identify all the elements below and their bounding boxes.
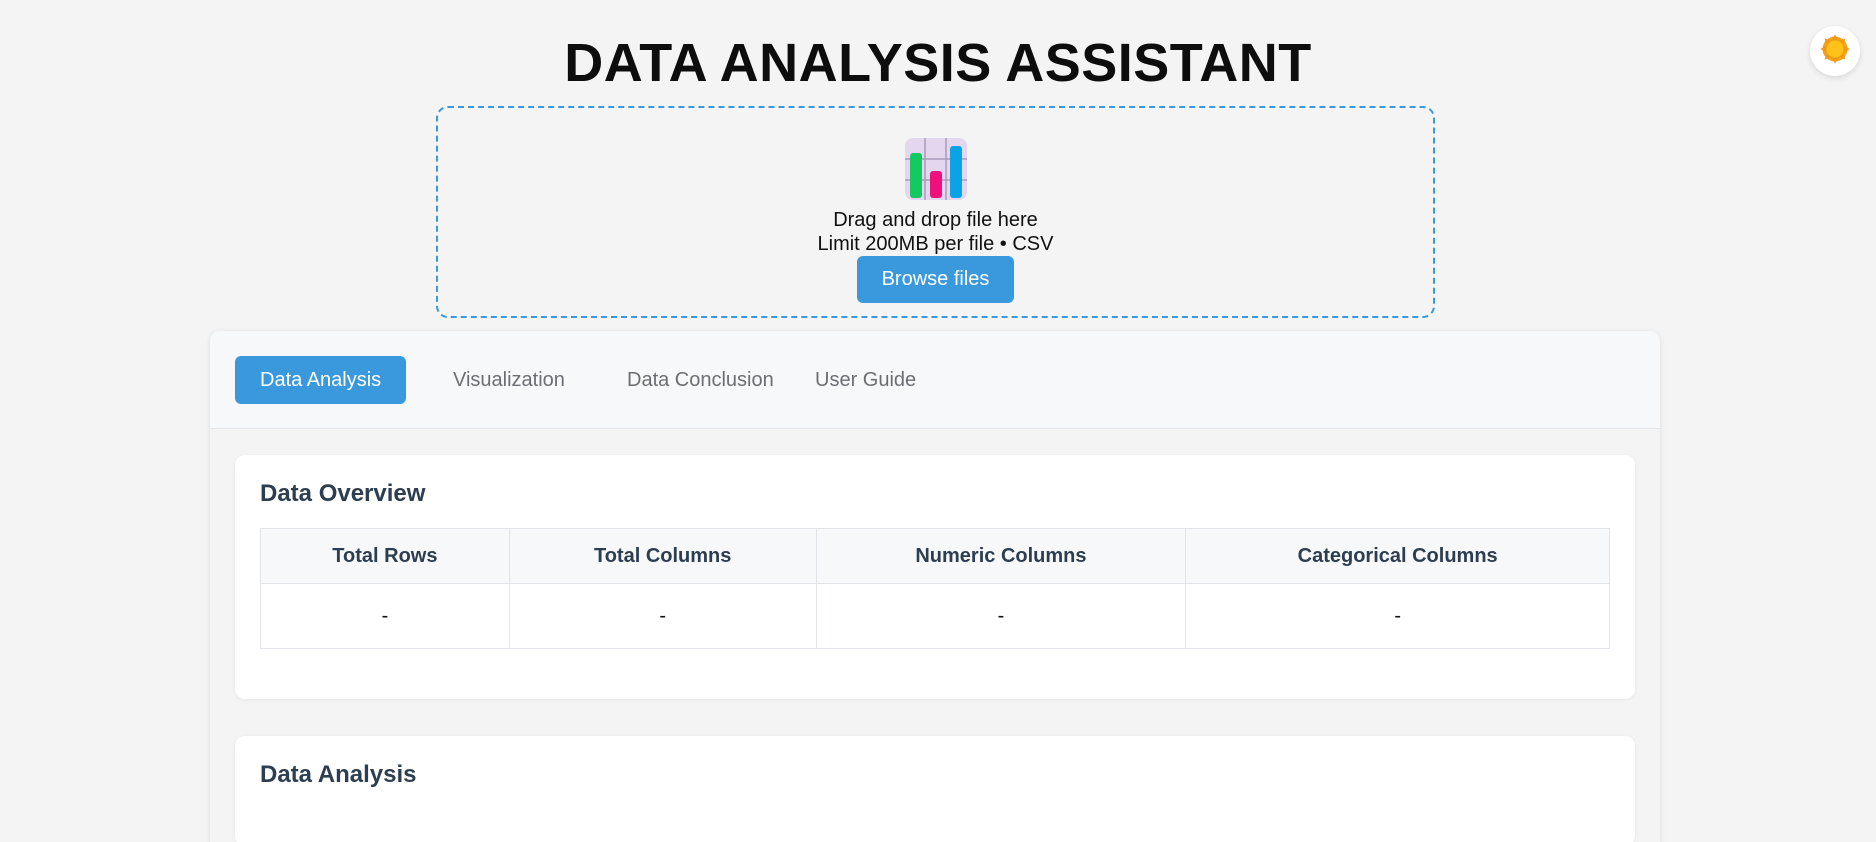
column-header-total-rows: Total Rows <box>260 528 510 584</box>
data-overview-table: Total Rows Total Columns Numeric Columns… <box>260 528 1610 649</box>
tab-data-analysis[interactable]: Data Analysis <box>235 356 406 404</box>
dropzone-file-limit: Limit 200MB per file • CSV <box>817 233 1054 255</box>
table-header-row: Total Rows Total Columns Numeric Columns… <box>260 528 1610 584</box>
sun-icon <box>1820 33 1850 69</box>
page-title: DATA ANALYSIS ASSISTANT <box>564 33 1312 93</box>
data-overview-title: Data Overview <box>260 480 426 507</box>
column-header-numeric-columns: Numeric Columns <box>815 528 1187 584</box>
tab-user-guide[interactable]: User Guide <box>790 356 941 404</box>
theme-toggle-button[interactable] <box>1810 26 1860 76</box>
numeric-columns-value: - <box>815 583 1187 649</box>
app-page: DATA ANALYSIS ASSISTANT Drag and drop fi… <box>0 0 1876 842</box>
data-overview-card: Data Overview Total Rows Total Columns N… <box>235 455 1635 699</box>
data-analysis-title: Data Analysis <box>260 761 417 788</box>
column-header-categorical-columns: Categorical Columns <box>1185 528 1610 584</box>
total-columns-value: - <box>508 583 817 649</box>
tab-bar: Data Analysis Visualization Data Conclus… <box>210 331 1660 429</box>
table-row: - - - - <box>260 583 1610 649</box>
bar-chart-icon <box>905 138 967 205</box>
browse-files-button[interactable]: Browse files <box>857 256 1014 303</box>
main-panel: Data Analysis Visualization Data Conclus… <box>210 331 1660 842</box>
tab-data-conclusion[interactable]: Data Conclusion <box>602 356 799 404</box>
data-analysis-card: Data Analysis <box>235 736 1635 842</box>
categorical-columns-value: - <box>1185 583 1610 649</box>
dropzone-instructions: Drag and drop file here <box>833 209 1038 231</box>
column-header-total-columns: Total Columns <box>508 528 817 584</box>
tab-visualization[interactable]: Visualization <box>428 356 590 404</box>
total-rows-value: - <box>260 583 510 649</box>
file-dropzone[interactable]: Drag and drop file here Limit 200MB per … <box>436 106 1435 318</box>
